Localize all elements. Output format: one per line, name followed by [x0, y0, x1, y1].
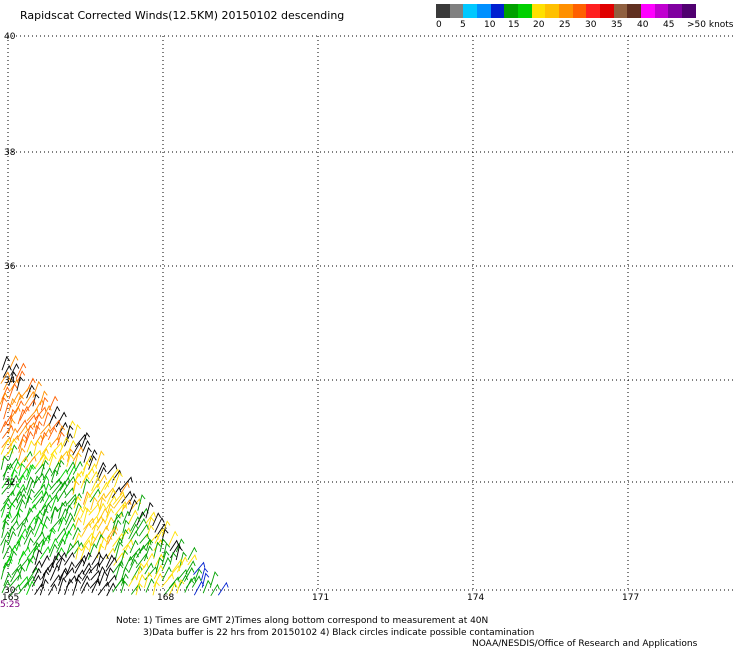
wind-barb: [82, 551, 92, 567]
wind-barb: [122, 544, 131, 558]
wind-barb: [26, 440, 35, 453]
wind-barb: [152, 512, 162, 527]
wind-barb: [9, 427, 18, 441]
wind-barb: [169, 551, 177, 565]
wind-barb: [17, 433, 27, 449]
wind-barb: [16, 376, 24, 391]
wind-barb: [41, 441, 52, 455]
graticule-grid: [7, 35, 735, 591]
wind-barb: [8, 550, 17, 567]
latitude-label: 34: [4, 376, 16, 386]
wind-barb: [217, 581, 229, 596]
wind-map: 403836343230165 168 171 174 177: [0, 32, 735, 603]
wind-barb: [24, 495, 33, 509]
wind-barb: [1, 520, 10, 538]
wind-barb: [202, 579, 212, 594]
wind-barb: [25, 558, 34, 572]
wind-barb: [34, 453, 47, 469]
wind-barb: [66, 561, 75, 576]
wind-barb: [10, 511, 21, 523]
wind-barb: [73, 424, 81, 439]
latitude-label: 38: [4, 148, 16, 158]
wind-barb: [47, 426, 58, 441]
wind-barbs: [0, 355, 229, 597]
wind-barb: [113, 471, 123, 488]
wind-barb: [162, 542, 171, 559]
wind-barb: [128, 558, 138, 574]
wind-barb: [120, 476, 133, 491]
wind-barb: [24, 507, 34, 525]
wind-barb: [161, 566, 172, 582]
wind-barb: [91, 579, 101, 594]
wind-barb: [48, 453, 57, 468]
wind-barb: [55, 411, 67, 428]
latitude-label: 36: [4, 262, 16, 272]
wind-barb: [49, 543, 58, 558]
wind-barb: [50, 461, 62, 477]
wind-barb: [168, 530, 178, 546]
wind-barb: [135, 582, 143, 596]
wind-barb: [2, 539, 10, 554]
wind-barb: [23, 450, 33, 463]
latitude-label: 40: [4, 32, 16, 42]
wind-barb: [48, 537, 59, 554]
wind-barb: [130, 516, 141, 532]
wind-barb: [9, 355, 19, 369]
longitude-label: 177: [622, 593, 639, 603]
wind-barb: [194, 568, 203, 582]
wind-barb: [41, 566, 51, 580]
wind-barb: [66, 439, 77, 456]
wind-barb: [80, 544, 89, 561]
wind-barb: [128, 574, 138, 587]
wind-barb: [184, 577, 195, 593]
wind-barb: [176, 579, 185, 594]
wind-barb: [137, 494, 146, 511]
wind-barb: [143, 545, 153, 562]
wind-barb: [72, 578, 82, 596]
wind-barb: [74, 554, 87, 569]
wind-barb: [193, 580, 205, 596]
latitude-label: 32: [4, 478, 15, 488]
credit-line: NOAA/NESDIS/Office of Research and Appli…: [472, 639, 698, 649]
note-line-1: Note: 1) Times are GMT 2)Times along bot…: [116, 616, 489, 626]
wind-barb: [33, 439, 41, 456]
wind-barb: [39, 578, 49, 596]
wind-barb: [0, 420, 9, 433]
wind-barb: [115, 541, 124, 559]
wind-barb: [7, 502, 16, 519]
wind-barb: [23, 430, 34, 448]
orbit-time-label: 5:25: [0, 600, 21, 610]
wind-barb: [135, 518, 147, 533]
note-line-2: 3)Data buffer is 22 hrs from 20150102 4)…: [143, 628, 535, 638]
wind-barb: [81, 522, 92, 537]
longitude-label: 174: [467, 593, 484, 603]
wind-barb: [119, 549, 129, 566]
wind-barb: [81, 567, 93, 581]
longitude-label: 171: [312, 593, 329, 603]
wind-barb: [73, 451, 82, 468]
wind-barb: [0, 396, 8, 412]
wind-barb: [57, 577, 67, 595]
wind-barb: [64, 487, 75, 499]
wind-barb: [98, 570, 108, 586]
wind-barb: [40, 459, 49, 477]
wind-barb: [59, 436, 70, 454]
wind-barb: [153, 541, 162, 559]
longitude-label: 168: [157, 593, 174, 603]
wind-barb: [40, 554, 50, 568]
wind-barb: [115, 563, 124, 579]
